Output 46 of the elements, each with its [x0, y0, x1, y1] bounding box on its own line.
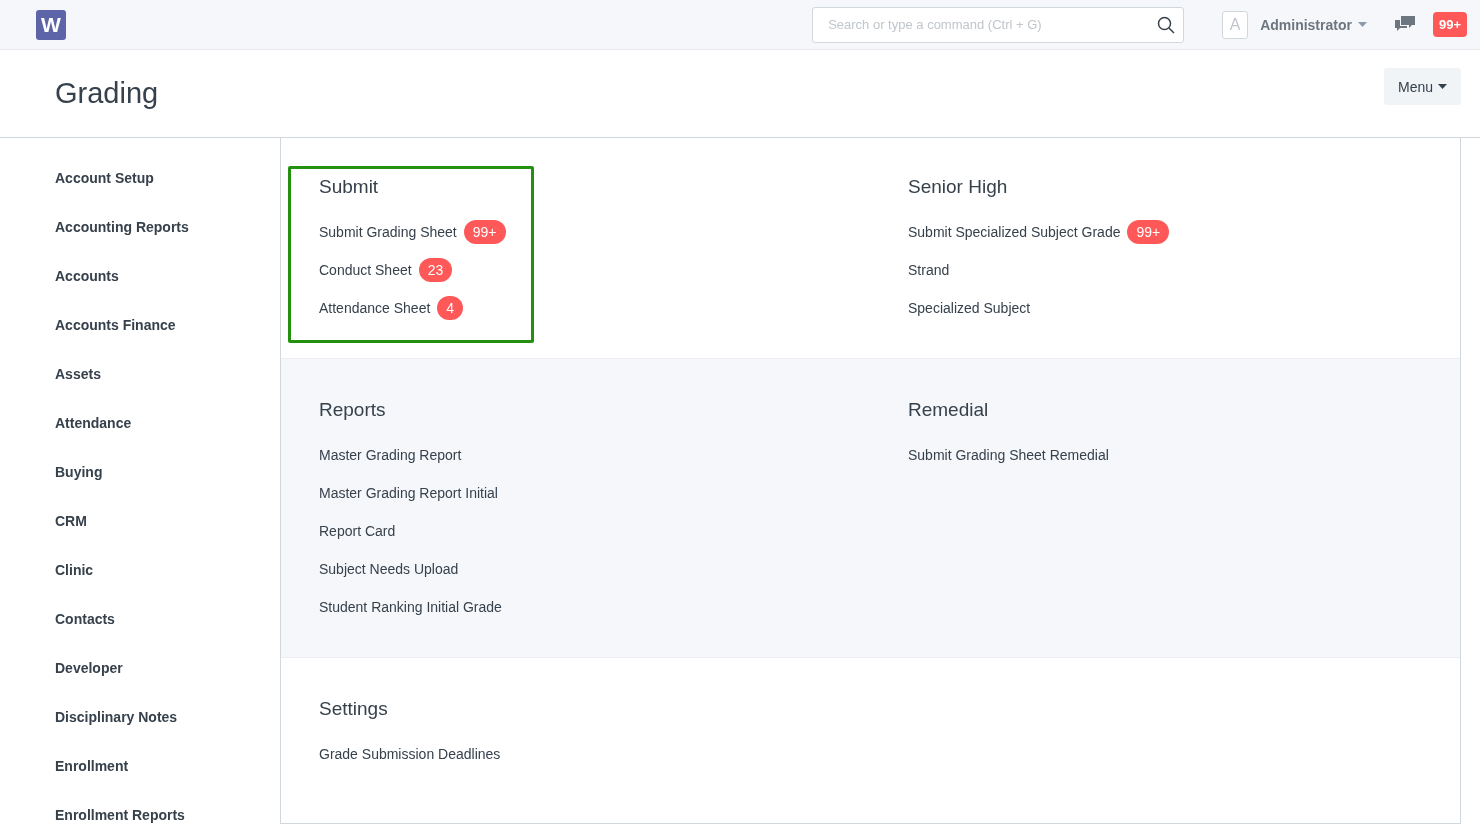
logo[interactable]: W [36, 9, 66, 40]
count-badge: 99+ [463, 220, 506, 244]
section-title: Senior High [908, 176, 1009, 198]
section-link[interactable]: Submit Grading Sheet Remedial [908, 447, 1109, 463]
sidebar-item[interactable]: Accounts Finance [55, 316, 280, 334]
section-link[interactable]: Grade Submission Deadlines [319, 746, 501, 762]
sidebar-item[interactable]: Assets [55, 365, 280, 383]
section-link[interactable]: Conduct Sheet [319, 262, 412, 278]
section-link[interactable]: Report Card [319, 523, 396, 539]
sidebar-item[interactable]: Accounts [55, 267, 280, 285]
sidebar-item[interactable]: Disciplinary Notes [55, 708, 280, 726]
sidebar-item[interactable]: Attendance [55, 414, 280, 432]
caret-icon [1438, 84, 1447, 89]
section-title: Remedial [908, 399, 990, 421]
search-input[interactable]: Search or type a command (Ctrl + G) [826, 16, 1158, 33]
sidebar-item[interactable]: Buying [55, 463, 280, 481]
section-title: Submit [319, 176, 380, 198]
section-link[interactable]: Master Grading Report [319, 447, 462, 463]
section-title: Reports [319, 399, 387, 421]
count-badge: 99+ [1127, 220, 1170, 244]
sidebar-item[interactable]: Enrollment [55, 757, 280, 775]
section-link[interactable]: Submit Specialized Subject Grade [908, 224, 1121, 240]
menu-button[interactable]: Menu [1383, 68, 1461, 105]
user-menu[interactable]: Administrator [1260, 16, 1367, 33]
section-link[interactable]: Student Ranking Initial Grade [319, 599, 502, 615]
section-link[interactable]: Specialized Subject [908, 300, 1031, 316]
section-link[interactable]: Submit Grading Sheet [319, 224, 457, 240]
search-field[interactable]: Search or type a command (Ctrl + G) [812, 6, 1185, 43]
sidebar-item[interactable]: Enrollment Reports [55, 806, 280, 824]
sidebar-item[interactable]: Clinic [55, 561, 280, 579]
page-title: Grading [55, 77, 159, 110]
section-link[interactable]: Master Grading Report Initial [319, 485, 498, 501]
sidebar-item[interactable]: CRM [55, 512, 280, 530]
search-icon [1157, 15, 1176, 34]
count-badge: 23 [418, 258, 453, 282]
caret-icon [1357, 22, 1367, 27]
sidebar-item[interactable]: Contacts [55, 610, 280, 628]
count-badge: 4 [437, 296, 464, 320]
chat-icon[interactable] [1394, 16, 1415, 33]
sidebar-item[interactable]: Account Setup [55, 169, 280, 187]
section-title: Settings [319, 698, 389, 720]
section-link[interactable]: Strand [908, 262, 950, 278]
section-link[interactable]: Subject Needs Upload [319, 561, 459, 577]
sidebar-item[interactable]: Accounting Reports [55, 218, 280, 236]
section-link[interactable]: Attendance Sheet [319, 300, 431, 316]
sidebar-item[interactable]: Developer [55, 659, 280, 677]
